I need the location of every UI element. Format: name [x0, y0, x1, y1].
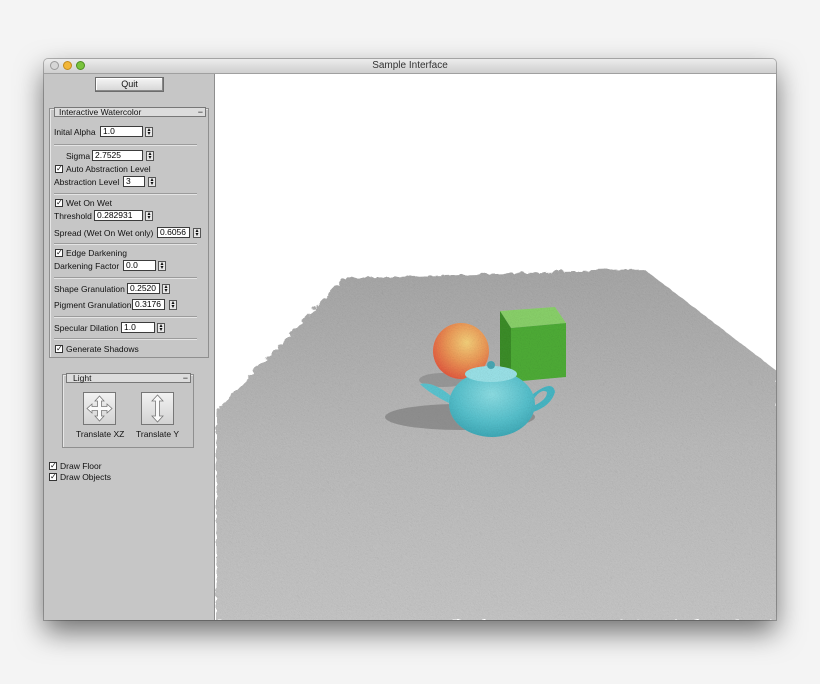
sigma-label: Sigma — [66, 151, 91, 161]
translate-xz-label: Translate XZ — [76, 429, 125, 439]
wet-on-wet-checkbox[interactable]: ✓ — [55, 199, 63, 207]
divider — [54, 243, 197, 245]
checkmark-icon: ✓ — [56, 198, 63, 207]
checkmark-icon: ✓ — [56, 248, 63, 257]
checkmark-icon: ✓ — [50, 461, 57, 470]
darkening-factor-spinner-icon[interactable]: ▴ ▾ — [158, 261, 166, 271]
initial-alpha-field[interactable]: 1.0 — [100, 126, 143, 137]
vertical-arrow-icon — [151, 394, 164, 423]
edge-darkening-checkbox[interactable]: ✓ — [55, 249, 63, 257]
translate-y-button[interactable] — [141, 392, 174, 425]
threshold-field[interactable]: 0.282931 — [94, 210, 143, 221]
control-panel: Quit Interactive Watercolor − Inital Alp… — [44, 74, 215, 620]
move-arrows-icon — [86, 395, 113, 422]
specular-dilation-field[interactable]: 1.0 — [121, 322, 155, 333]
abstraction-level-spinner-icon[interactable]: ▴ ▾ — [148, 177, 156, 187]
darkening-factor-field[interactable]: 0.0 — [123, 260, 156, 271]
floor-plane — [215, 268, 776, 620]
draw-objects-checkbox[interactable]: ✓ — [49, 473, 57, 481]
generate-shadows-label: Generate Shadows — [66, 344, 139, 354]
quit-button[interactable]: Quit — [95, 77, 164, 92]
specular-dilation-label: Specular Dilation — [54, 323, 119, 333]
sigma-spinner-icon[interactable]: ▴ ▾ — [146, 151, 154, 161]
draw-floor-label: Draw Floor — [60, 461, 102, 471]
draw-objects-label: Draw Objects — [60, 472, 112, 482]
divider — [54, 144, 197, 146]
divider — [54, 193, 197, 195]
light-group-header[interactable]: Light − — [66, 373, 191, 383]
watercolor-scene — [215, 268, 776, 620]
window-title: Sample Interface — [372, 60, 448, 71]
auto-abstraction-checkbox[interactable]: ✓ — [55, 165, 63, 173]
wet-on-wet-label: Wet On Wet — [66, 198, 112, 208]
pigment-granulation-spinner-icon[interactable]: ▴ ▾ — [169, 300, 177, 310]
generate-shadows-checkbox[interactable]: ✓ — [55, 345, 63, 353]
abstraction-level-label: Abstraction Level — [54, 177, 120, 187]
shape-granulation-field[interactable]: 0.2520 — [127, 283, 160, 294]
collapse-icon[interactable]: − — [183, 374, 188, 383]
divider — [54, 316, 197, 318]
shape-granulation-label: Shape Granulation — [54, 284, 125, 294]
auto-abstraction-label: Auto Abstraction Level — [66, 164, 151, 174]
pigment-granulation-field[interactable]: 0.3176 — [132, 299, 165, 310]
edge-darkening-label: Edge Darkening — [66, 248, 127, 258]
spread-field[interactable]: 0.6056 — [157, 227, 190, 238]
checkmark-icon: ✓ — [56, 344, 63, 353]
light-group-title: Light — [73, 373, 92, 383]
watercolor-group-title: Interactive Watercolor — [59, 107, 142, 117]
threshold-spinner-icon[interactable]: ▴ ▾ — [145, 211, 153, 221]
draw-floor-checkbox[interactable]: ✓ — [49, 462, 57, 470]
checkmark-icon: ✓ — [56, 164, 63, 173]
sigma-field[interactable]: 2.7525 — [92, 150, 143, 161]
divider — [54, 338, 197, 340]
render-viewport[interactable] — [215, 74, 776, 620]
spread-spinner-icon[interactable]: ▴ ▾ — [193, 228, 201, 238]
threshold-label: Threshold — [54, 211, 92, 221]
specular-dilation-spinner-icon[interactable]: ▴ ▾ — [157, 323, 165, 333]
spread-label: Spread (Wet On Wet only) — [54, 228, 154, 238]
darkening-factor-label: Darkening Factor — [54, 261, 120, 271]
app-window: Sample Interface Quit Interactive Waterc… — [44, 59, 776, 620]
shape-granulation-spinner-icon[interactable]: ▴ ▾ — [162, 284, 170, 294]
translate-y-label: Translate Y — [136, 429, 179, 439]
initial-alpha-spinner-icon[interactable]: ▴ ▾ — [145, 127, 153, 137]
initial-alpha-label: Inital Alpha — [54, 127, 96, 137]
translate-xz-button[interactable] — [83, 392, 116, 425]
pigment-granulation-label: Pigment Granulation — [54, 300, 132, 310]
collapse-icon[interactable]: − — [198, 108, 203, 117]
abstraction-level-field[interactable]: 3 — [123, 176, 145, 187]
watercolor-group-header[interactable]: Interactive Watercolor − — [54, 107, 206, 117]
title-bar: Sample Interface — [44, 59, 776, 74]
checkmark-icon: ✓ — [50, 472, 57, 481]
divider — [54, 277, 197, 279]
